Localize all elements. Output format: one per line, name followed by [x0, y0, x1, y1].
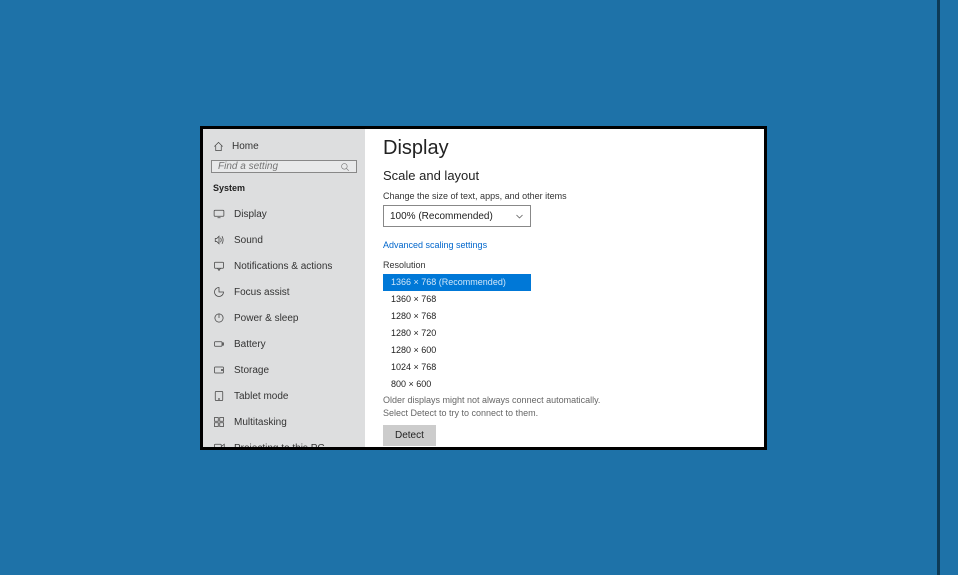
home-link[interactable]: Home	[211, 139, 357, 160]
resolution-option[interactable]: 1280 × 720	[383, 325, 531, 342]
sidebar-item-label: Tablet mode	[234, 391, 288, 402]
multitasking-icon	[213, 416, 225, 428]
resolution-option[interactable]: 1280 × 768	[383, 308, 531, 325]
sidebar-item-power-sleep[interactable]: Power & sleep	[211, 305, 357, 331]
section-title: Scale and layout	[383, 168, 746, 183]
detect-button[interactable]: Detect	[383, 425, 436, 446]
sidebar-item-tablet-mode[interactable]: Tablet mode	[211, 383, 357, 409]
scale-dropdown[interactable]: 100% (Recommended)	[383, 205, 531, 227]
detect-hint: Older displays might not always connect …	[383, 394, 623, 419]
resolution-label: Resolution	[383, 260, 746, 270]
resolution-dropdown-list[interactable]: 1366 × 768 (Recommended) 1360 × 768 1280…	[383, 274, 531, 393]
display-icon	[213, 208, 225, 220]
search-input[interactable]	[218, 161, 340, 172]
resolution-option-selected[interactable]: 1366 × 768 (Recommended)	[383, 274, 531, 291]
sidebar-item-display[interactable]: Display	[211, 201, 357, 227]
page-title: Display	[383, 137, 746, 160]
power-icon	[213, 312, 225, 324]
sidebar: Home System Display Sound Notifica	[203, 129, 365, 447]
main-panel: Display Scale and layout Change the size…	[365, 129, 764, 447]
category-header: System	[211, 183, 357, 193]
sidebar-item-projecting[interactable]: Projecting to this PC	[211, 435, 357, 447]
sidebar-item-label: Display	[234, 209, 267, 220]
sidebar-item-label: Multitasking	[234, 417, 287, 428]
tablet-icon	[213, 390, 225, 402]
resolution-option[interactable]: 1360 × 768	[383, 291, 531, 308]
resolution-option[interactable]: 800 × 600	[383, 376, 531, 393]
sidebar-item-storage[interactable]: Storage	[211, 357, 357, 383]
home-label: Home	[232, 141, 259, 152]
sidebar-item-label: Projecting to this PC	[234, 443, 325, 448]
sound-icon	[213, 234, 225, 246]
sidebar-item-notifications[interactable]: Notifications & actions	[211, 253, 357, 279]
sidebar-item-label: Storage	[234, 365, 269, 376]
sidebar-item-label: Battery	[234, 339, 266, 350]
sidebar-item-sound[interactable]: Sound	[211, 227, 357, 253]
sidebar-item-label: Notifications & actions	[234, 261, 332, 272]
battery-icon	[213, 338, 225, 350]
sidebar-item-multitasking[interactable]: Multitasking	[211, 409, 357, 435]
home-icon	[213, 141, 224, 152]
sidebar-item-label: Sound	[234, 235, 263, 246]
resolution-option[interactable]: 1024 × 768	[383, 359, 531, 376]
settings-window: Home System Display Sound Notifica	[200, 126, 767, 450]
scale-value: 100% (Recommended)	[390, 211, 493, 222]
notifications-icon	[213, 260, 225, 272]
sidebar-item-focus-assist[interactable]: Focus assist	[211, 279, 357, 305]
sidebar-item-label: Power & sleep	[234, 313, 298, 324]
sidebar-item-battery[interactable]: Battery	[211, 331, 357, 357]
storage-icon	[213, 364, 225, 376]
search-icon	[340, 162, 350, 172]
resolution-option[interactable]: 1280 × 600	[383, 342, 531, 359]
advanced-scaling-link[interactable]: Advanced scaling settings	[383, 240, 487, 250]
sidebar-item-label: Focus assist	[234, 287, 290, 298]
page-accent-bar	[937, 0, 940, 575]
projecting-icon	[213, 442, 225, 447]
chevron-down-icon	[515, 212, 524, 221]
search-box[interactable]	[211, 160, 357, 173]
scale-label: Change the size of text, apps, and other…	[383, 191, 746, 201]
focus-icon	[213, 286, 225, 298]
